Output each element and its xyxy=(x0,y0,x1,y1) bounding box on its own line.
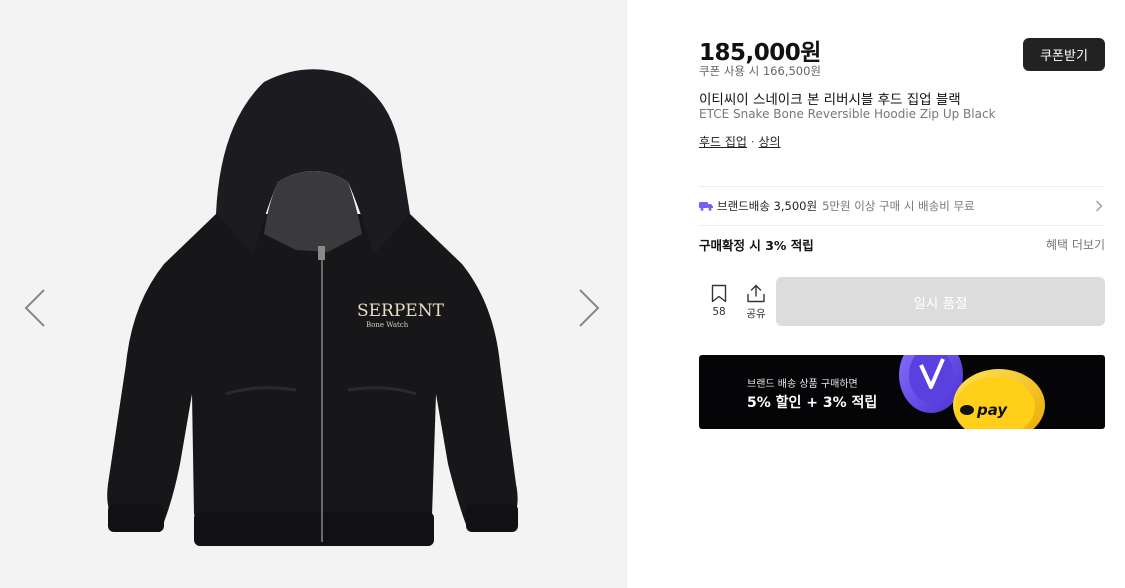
points-row: 구매확정 시 3% 적립 혜택 더보기 xyxy=(699,226,1105,262)
share-icon xyxy=(747,284,765,303)
chevron-left-icon xyxy=(24,289,45,327)
product-gallery: SERPENT Bone Watch xyxy=(0,0,626,588)
pay-text: pay xyxy=(976,401,1008,419)
gallery-prev-button[interactable] xyxy=(22,286,50,330)
category-breadcrumb: 후드 집업 · 상의 xyxy=(699,133,781,150)
bookmark-button[interactable]: 58 xyxy=(704,284,734,318)
product-title-en: ETCE Snake Bone Reversible Hoodie Zip Up… xyxy=(699,107,996,121)
gallery-next-button[interactable] xyxy=(574,286,602,330)
gallery-divider xyxy=(626,0,662,588)
product-price: 185,000원 xyxy=(699,40,821,66)
shipping-label: 브랜드배송 3,500원 xyxy=(717,199,818,213)
product-info-panel: 185,000원 쿠폰 사용 시 166,500원 쿠폰받기 이티씨이 스네이크… xyxy=(699,0,1105,588)
chevron-right-icon xyxy=(579,289,600,327)
category-link-hood-zipup[interactable]: 후드 집업 xyxy=(699,135,747,149)
truck-icon xyxy=(699,202,713,211)
bookmark-icon xyxy=(711,284,727,303)
points-label: 구매확정 시 3% 적립 xyxy=(699,237,814,253)
share-label: 공유 xyxy=(746,308,766,320)
print-text-1: SERPENT xyxy=(357,301,445,321)
benefits-more-link[interactable]: 혜택 더보기 xyxy=(1046,236,1105,253)
category-link-top[interactable]: 상의 xyxy=(758,135,780,149)
product-title-ko: 이티씨이 스네이크 본 리버시블 후드 집업 블랙 xyxy=(699,92,961,108)
print-text-2: Bone Watch xyxy=(366,321,409,329)
shipping-info-row[interactable]: 브랜드배송 3,500원 5만원 이상 구매 시 배송비 무료 xyxy=(699,187,1105,225)
coupon-price: 쿠폰 사용 시 166,500원 xyxy=(699,64,822,78)
soldout-button: 일시 품절 xyxy=(776,277,1105,326)
chevron-right-icon xyxy=(1096,200,1103,212)
banner-line1: 브랜드 배송 상품 구매하면 xyxy=(747,379,858,390)
product-page: SERPENT Bone Watch 185,000원 쿠폰 사용 시 166,… xyxy=(0,0,1125,588)
product-image: SERPENT Bone Watch xyxy=(107,69,518,546)
shipping-note: 5만원 이상 구매 시 배송비 무료 xyxy=(822,199,975,213)
bookmark-count: 58 xyxy=(712,306,726,318)
promo-banner[interactable]: 브랜드 배송 상품 구매하면 5% 할인 + 3% 적립 pay xyxy=(699,355,1105,429)
purchase-actions: 58 공유 일시 품절 xyxy=(699,277,1105,326)
pay-coin-icon: pay xyxy=(899,355,1045,429)
category-separator: · xyxy=(750,135,755,149)
coupon-button[interactable]: 쿠폰받기 xyxy=(1023,38,1105,71)
share-button[interactable]: 공유 xyxy=(741,284,771,321)
banner-line2: 5% 할인 + 3% 적립 xyxy=(747,395,878,411)
